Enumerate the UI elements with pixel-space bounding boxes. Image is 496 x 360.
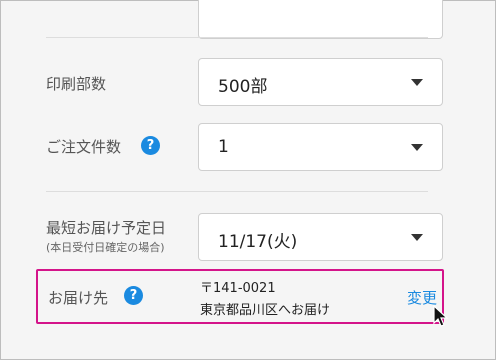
chevron-down-icon — [411, 144, 423, 151]
divider — [46, 191, 428, 192]
previous-field-select[interactable] — [198, 0, 443, 39]
delivery-date-value: 11/17(火) — [218, 232, 298, 252]
print-count-value: 500部 — [218, 77, 268, 97]
chevron-down-icon — [411, 79, 423, 86]
question-circle-icon[interactable]: ? — [124, 286, 143, 305]
order-form: 印刷部数 500部 ご注文件数 ? 1 最短お届け予定日 (本日受付日確定の場合… — [26, 0, 471, 346]
delivery-destination-label: お届け先 — [48, 289, 109, 307]
chevron-down-icon — [411, 234, 423, 241]
print-count-select[interactable]: 500部 — [198, 58, 443, 106]
delivery-destination-box: お届け先 ? 〒141-0021 東京都品川区へお届け 変更 — [36, 269, 444, 324]
mouse-pointer-icon — [433, 305, 449, 327]
delivery-address: 東京都品川区へお届け — [200, 303, 331, 318]
delivery-date-sublabel: (本日受付日確定の場合) — [46, 241, 165, 254]
order-count-label: ご注文件数 — [46, 138, 122, 156]
divider — [46, 37, 428, 38]
postal-code: 〒141-0021 — [200, 281, 276, 296]
delivery-date-select[interactable]: 11/17(火) — [198, 213, 443, 261]
question-circle-icon[interactable]: ? — [141, 136, 160, 155]
app-frame: 印刷部数 500部 ご注文件数 ? 1 最短お届け予定日 (本日受付日確定の場合… — [0, 0, 496, 360]
order-count-select[interactable]: 1 — [198, 123, 443, 171]
print-count-label: 印刷部数 — [46, 75, 107, 93]
delivery-date-label: 最短お届け予定日 — [46, 219, 167, 237]
order-count-value: 1 — [218, 137, 229, 157]
